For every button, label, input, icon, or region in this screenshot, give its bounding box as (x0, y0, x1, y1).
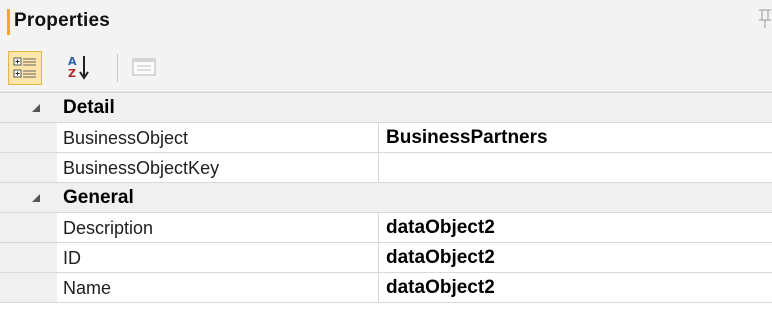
property-value[interactable]: dataObject2 (386, 247, 495, 269)
property-value[interactable]: BusinessPartners (386, 127, 548, 149)
svg-text:Z: Z (68, 67, 76, 80)
property-grid: Detail BusinessObject BusinessPartners B… (0, 92, 772, 303)
category-name: Detail (63, 97, 115, 118)
collapse-triangle-icon[interactable] (29, 192, 41, 204)
property-value[interactable]: dataObject2 (386, 217, 495, 239)
column-divider[interactable] (378, 123, 379, 152)
property-row-businessobjectkey[interactable]: BusinessObjectKey (0, 153, 772, 183)
property-row-businessobject[interactable]: BusinessObject BusinessPartners (0, 123, 772, 153)
row-gutter (0, 273, 57, 302)
property-pages-icon (132, 58, 156, 76)
title-accent-bar (7, 9, 10, 35)
panel-titlebar: Properties (0, 0, 772, 44)
property-name: BusinessObjectKey (63, 158, 220, 178)
pin-icon[interactable] (758, 6, 772, 36)
properties-panel: Properties A Z Detail BusinessObject Bus… (0, 0, 772, 329)
property-row-name[interactable]: Name dataObject2 (0, 273, 772, 303)
sort-az-icon: A Z (68, 55, 89, 80)
alphabetical-sort-button[interactable]: A Z (62, 51, 96, 85)
property-pages-button[interactable] (128, 51, 162, 85)
row-gutter (0, 123, 57, 152)
column-divider[interactable] (378, 213, 379, 242)
categorized-view-button[interactable] (8, 51, 42, 85)
property-name: ID (63, 248, 81, 268)
column-divider[interactable] (378, 273, 379, 302)
property-toolbar: A Z (0, 44, 772, 92)
row-gutter (0, 153, 57, 182)
property-name: Name (63, 278, 112, 298)
category-row-general[interactable]: General (0, 183, 772, 213)
property-name: BusinessObject (63, 128, 189, 148)
categorized-icon (13, 57, 36, 78)
category-row-detail[interactable]: Detail (0, 93, 772, 123)
property-row-description[interactable]: Description dataObject2 (0, 213, 772, 243)
column-divider[interactable] (378, 153, 379, 182)
property-name: Description (63, 218, 154, 238)
category-name: General (63, 187, 134, 208)
property-value[interactable]: dataObject2 (386, 277, 495, 299)
property-row-id[interactable]: ID dataObject2 (0, 243, 772, 273)
collapse-triangle-icon[interactable] (29, 102, 41, 114)
row-gutter (0, 243, 57, 272)
panel-title: Properties (14, 10, 110, 31)
row-gutter (0, 213, 57, 242)
column-divider[interactable] (378, 243, 379, 272)
toolbar-separator (117, 54, 118, 82)
